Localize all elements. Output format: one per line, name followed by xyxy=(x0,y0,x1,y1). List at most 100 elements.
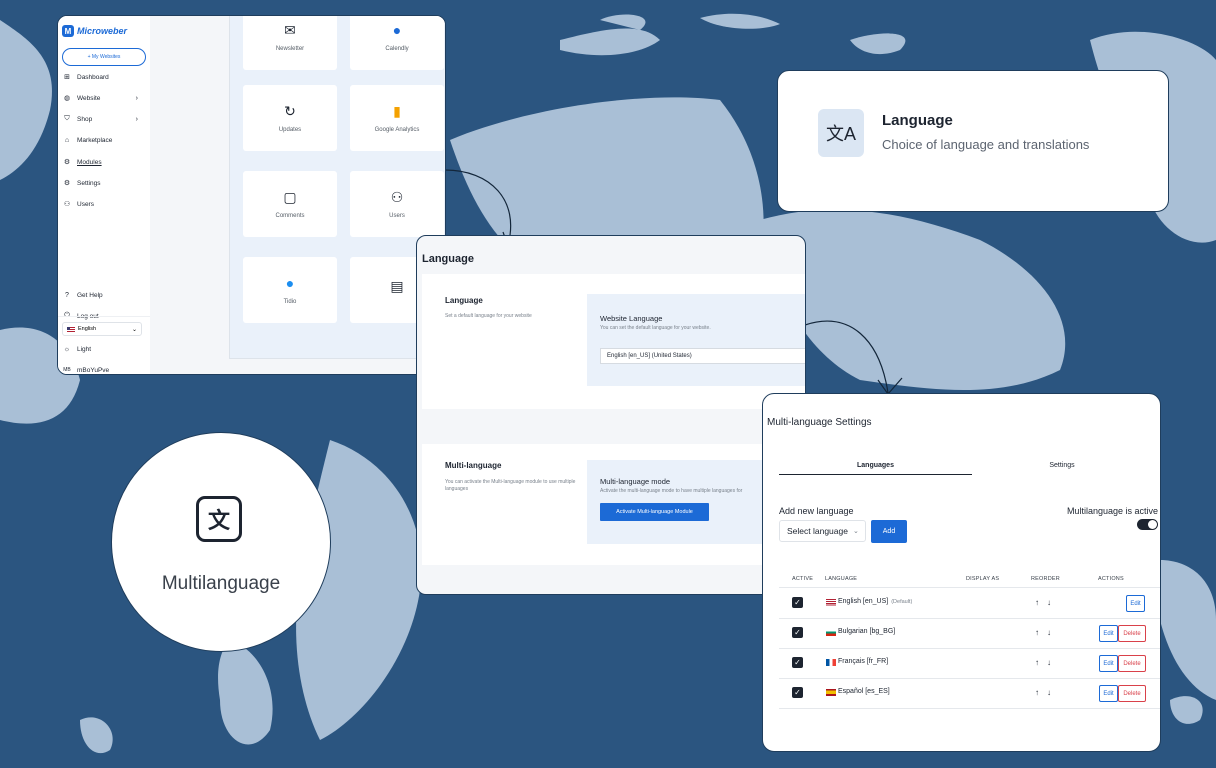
feature-subtitle: Choice of language and translations xyxy=(882,137,1090,152)
edit-button[interactable]: Edit xyxy=(1099,625,1118,642)
language-select[interactable]: English ⌄ xyxy=(62,322,142,336)
multilanguage-active-toggle[interactable] xyxy=(1137,519,1158,530)
module-tile-label: Updates xyxy=(278,126,302,133)
sidebar-item-website[interactable]: ◍ Website › xyxy=(62,92,146,104)
section-title: Multi-language xyxy=(445,461,502,470)
active-checkbox[interactable]: ✓ xyxy=(792,597,803,608)
module-tile-label: Tidio xyxy=(283,298,297,305)
user-profile[interactable]: MB mBoYuPve xyxy=(62,364,146,374)
my-websites-button[interactable]: + My Websites xyxy=(62,48,146,66)
delete-button[interactable]: Delete xyxy=(1118,655,1146,672)
active-checkbox[interactable]: ✓ xyxy=(792,627,803,638)
column-header-reorder: REORDER xyxy=(1031,576,1060,582)
delete-button[interactable]: Delete xyxy=(1118,685,1146,702)
move-up-icon[interactable]: ↑ xyxy=(1035,658,1043,667)
active-checkbox[interactable]: ✓ xyxy=(792,687,803,698)
table-row: ✓ Español [es_ES] ↑ ↓ Edit Delete xyxy=(779,678,1160,709)
page-title: Language xyxy=(422,253,474,265)
newsletter-icon: ✉ xyxy=(284,21,296,38)
move-down-icon[interactable]: ↓ xyxy=(1047,688,1055,697)
module-tile[interactable]: ▮ Google Analytics xyxy=(350,85,444,151)
divider xyxy=(58,316,150,317)
module-icon: ▤ xyxy=(390,277,404,294)
move-up-icon[interactable]: ↑ xyxy=(1035,598,1043,607)
tab-settings[interactable]: Settings xyxy=(972,462,1152,469)
language-name-cell: English [en_US] (Default) xyxy=(838,598,912,605)
chevron-down-icon: ⌄ xyxy=(131,326,137,333)
activate-multilanguage-button[interactable]: Activate Multi-language Module xyxy=(600,503,709,521)
add-language-label: Add new language xyxy=(779,506,854,516)
move-down-icon[interactable]: ↓ xyxy=(1047,628,1055,637)
sidebar-item-label: Shop xyxy=(77,115,93,123)
table-row: ✓ Français [fr_FR] ↑ ↓ Edit Delete xyxy=(779,648,1160,679)
users-icon: ⚇ xyxy=(63,201,71,208)
language-name-cell: Español [es_ES] xyxy=(838,688,890,695)
chevron-right-icon: › xyxy=(135,115,138,123)
theme-label: Light xyxy=(77,345,92,353)
sidebar-item-label: Users xyxy=(77,200,94,208)
get-help-link[interactable]: ? Get Help xyxy=(62,289,146,301)
module-tile[interactable]: ↻ Updates xyxy=(243,85,337,151)
help-icon: ? xyxy=(65,291,69,299)
sidebar-item-dashboard[interactable]: ⊞ Dashboard xyxy=(62,71,146,83)
us-flag-icon xyxy=(826,599,836,606)
comment-icon: ▢ xyxy=(283,188,297,205)
module-tile-label: Newsletter xyxy=(275,45,305,52)
edit-button[interactable]: Edit xyxy=(1099,685,1118,702)
module-tile[interactable]: ● Tidio xyxy=(243,257,337,323)
move-up-icon[interactable]: ↑ xyxy=(1035,628,1043,637)
translate-icon: 文A xyxy=(818,109,864,157)
sidebar-item-shop[interactable]: ⛉ Shop › xyxy=(62,113,146,125)
active-checkbox[interactable]: ✓ xyxy=(792,657,803,668)
edit-button[interactable]: Edit xyxy=(1099,655,1118,672)
active-tab-indicator xyxy=(779,474,972,475)
tab-languages[interactable]: Languages xyxy=(779,462,972,469)
users-icon: ⚇ xyxy=(390,188,404,205)
module-tile[interactable]: ● Calendly xyxy=(350,16,444,70)
add-language-button[interactable]: Add xyxy=(871,520,907,543)
box-title: Website Language xyxy=(600,314,663,323)
sidebar-item-label: Settings xyxy=(77,179,101,187)
multilanguage-active-label: Multilanguage is active xyxy=(1066,506,1158,516)
sidebar-item-settings[interactable]: ⚙ Settings xyxy=(62,177,146,189)
brand-name: Microweber xyxy=(77,26,128,36)
sidebar-item-label: Modules xyxy=(77,158,102,166)
fr-flag-icon xyxy=(826,659,836,666)
move-up-icon[interactable]: ↑ xyxy=(1035,688,1043,697)
move-down-icon[interactable]: ↓ xyxy=(1047,598,1055,607)
sun-icon: ☼ xyxy=(63,345,71,353)
module-tile[interactable]: ⚇ Users xyxy=(350,171,444,237)
sidebar-item-modules[interactable]: ⚙ Modules xyxy=(62,156,146,168)
theme-toggle[interactable]: ☼ Light xyxy=(62,343,146,355)
delete-button[interactable]: Delete xyxy=(1118,625,1146,642)
chevron-right-icon: › xyxy=(135,94,138,102)
multi-language-section: Multi-language You can activate the Mult… xyxy=(422,444,805,565)
module-tile[interactable]: ✉ Newsletter xyxy=(243,16,337,70)
multilanguage-badge: 文 Multilanguage xyxy=(111,432,331,652)
bg-flag-icon xyxy=(826,629,836,636)
feature-title: Language xyxy=(882,112,953,129)
language-name: Français [fr_FR] xyxy=(838,658,889,665)
select-language-dropdown[interactable]: Select language ⌄ xyxy=(779,520,866,542)
website-language-select[interactable]: English [en_US] (United States) xyxy=(600,348,805,364)
edit-button[interactable]: Edit xyxy=(1126,595,1145,612)
language-feature-card: 文A Language Choice of language and trans… xyxy=(777,70,1169,212)
section-title: Language xyxy=(445,296,483,305)
multilanguage-settings-screenshot: Multi-language Settings Languages Settin… xyxy=(762,393,1161,752)
move-down-icon[interactable]: ↓ xyxy=(1047,658,1055,667)
settings-icon: ⚙ xyxy=(63,180,71,187)
calendly-icon: ● xyxy=(392,21,402,38)
dashboard-icon: ⊞ xyxy=(64,74,70,81)
modules-icon: ⚙ xyxy=(63,159,71,166)
sidebar-item-users[interactable]: ⚇ Users xyxy=(62,198,146,210)
shop-icon: ⛉ xyxy=(64,115,70,122)
sidebar-item-label: Website xyxy=(77,94,101,102)
module-tile-label: Comments xyxy=(275,212,305,219)
brand-logo[interactable]: M Microweber xyxy=(62,25,127,37)
module-tile[interactable]: ▢ Comments xyxy=(243,171,337,237)
us-flag-icon xyxy=(67,326,75,332)
sidebar-item-marketplace[interactable]: ⌂ Marketplace xyxy=(62,134,146,146)
get-help-label: Get Help xyxy=(77,291,103,299)
user-name: mBoYuPve xyxy=(77,366,110,374)
language-name: Bulgarian [bg_BG] xyxy=(838,628,896,635)
